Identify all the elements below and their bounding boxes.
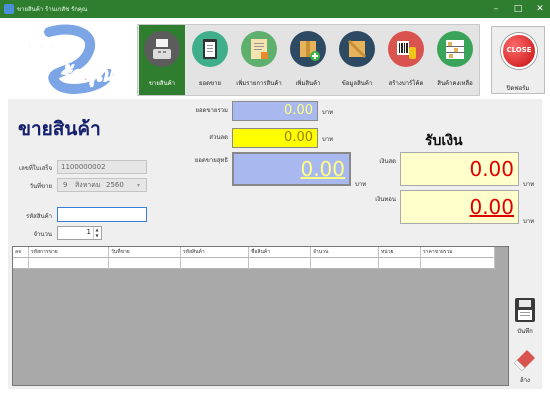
- date-day: 9: [63, 181, 68, 189]
- barcode-scanner-icon: [388, 31, 424, 67]
- grid-cell[interactable]: [29, 258, 109, 269]
- logo-text-line1: เภสัช: [8, 36, 58, 61]
- close-form-button[interactable]: CLOSE ปิดฟอร์ม: [491, 26, 545, 94]
- receipt-number-field: 1100000002: [57, 160, 147, 174]
- grid-cell[interactable]: [181, 258, 249, 269]
- table-row[interactable]: [13, 258, 495, 269]
- clear-button[interactable]: ล้าง: [512, 346, 538, 386]
- window-title: ขายสินค้า ร้านเกสัช รักคุณ: [17, 6, 88, 13]
- quantity-spin-icon[interactable]: ▲ ▼: [93, 227, 100, 239]
- discount-unit: บาท: [322, 136, 334, 143]
- sale-date-label: วันที่ขาย: [29, 183, 52, 190]
- net-total-unit: บาท: [355, 181, 367, 188]
- window-close-button[interactable]: ✕: [530, 2, 550, 16]
- column-header[interactable]: ราคาขายรวม: [421, 247, 495, 258]
- toolbar-sales-summary-button[interactable]: ยอดขาย: [187, 25, 233, 95]
- toolbar-sell-button[interactable]: ขายสินค้า: [139, 25, 185, 95]
- discount-label: ส่วนลด: [209, 134, 228, 141]
- page-title: ขายสินค้า: [18, 118, 101, 140]
- toolbar-sell-label: ขายสินค้า: [148, 80, 176, 87]
- column-header[interactable]: รหัสสินค้า: [181, 247, 249, 258]
- toolbar-add-item-list-label: เพิ่มรายการสินค้า: [236, 80, 282, 87]
- grid-cell[interactable]: [249, 258, 311, 269]
- product-code-input[interactable]: [57, 207, 147, 222]
- grid-cell[interactable]: [311, 258, 379, 269]
- quantity-label: จำนวน: [33, 231, 52, 238]
- close-icon: CLOSE: [501, 33, 537, 69]
- change-unit: บาท: [523, 218, 535, 225]
- toolbar-add-product-label: เพิ่มสินค้า: [295, 80, 321, 87]
- receipt-number-label: เลขที่ใบเสร็จ: [19, 165, 52, 172]
- toolbar-sales-summary-label: ยอดขาย: [198, 80, 221, 87]
- column-header[interactable]: รหัสการขาย: [29, 247, 109, 258]
- cash-received-input[interactable]: 0.00: [400, 152, 519, 186]
- payment-title: รับเงิน: [425, 133, 463, 149]
- toolbar-add-product-button[interactable]: เพิ่มสินค้า: [285, 25, 331, 95]
- toolbar-stock-label: สินค้าคงเหลือ: [437, 80, 473, 87]
- grid-cell[interactable]: [13, 258, 29, 269]
- toolbar-barcode-button[interactable]: สร้างบาร์โค้ด: [383, 25, 429, 95]
- column-header[interactable]: จำนวน: [311, 247, 379, 258]
- clear-label: ล้าง: [520, 377, 530, 384]
- main-toolbar: ขายสินค้า ยอดขาย เพิ่มรายการสินค้า เพิ่ม…: [137, 24, 480, 96]
- date-month: สิงหาคม: [75, 181, 101, 189]
- quantity-stepper[interactable]: 1 ▲ ▼: [57, 226, 102, 240]
- discount-input[interactable]: 0.00: [232, 128, 318, 148]
- date-year: 2560: [106, 181, 124, 189]
- grid-cell[interactable]: [109, 258, 181, 269]
- grid-header: ลจ รหัสการขาย วันที่ขาย รหัสสินค้า ชื่อส…: [13, 247, 495, 258]
- add-product-box-icon: [290, 31, 326, 67]
- total-unit: บาท: [322, 109, 334, 116]
- title-bar: ขายสินค้า ร้านเกสัช รักคุณ – □ ✕: [0, 0, 550, 18]
- app-icon: [4, 4, 14, 14]
- product-box-icon: [339, 31, 375, 67]
- quantity-value: 1: [86, 228, 91, 236]
- column-header[interactable]: ชื่อสินค้า: [249, 247, 311, 258]
- toolbar-add-item-list-button[interactable]: เพิ่มรายการสินค้า: [236, 25, 282, 95]
- cash-register-icon: [144, 31, 180, 67]
- net-total-field: 0.00: [232, 152, 351, 186]
- logo: เภสัช รักคุณ: [5, 24, 133, 96]
- toolbar-barcode-label: สร้างบาร์โค้ด: [388, 80, 424, 87]
- maximize-button[interactable]: □: [508, 2, 528, 16]
- column-header[interactable]: หน่วย: [379, 247, 421, 258]
- column-header[interactable]: ลจ: [13, 247, 29, 258]
- grid-cell[interactable]: [379, 258, 421, 269]
- warehouse-shelf-icon: [437, 31, 473, 67]
- change-field: 0.00: [400, 190, 519, 224]
- date-dropdown-icon[interactable]: ▾: [137, 180, 140, 192]
- logo-text-line2: รักคุณ: [59, 62, 115, 87]
- save-label: บันทึก: [517, 328, 533, 335]
- change-label: เงินทอน: [375, 196, 396, 203]
- total-label: ยอดขายรวม: [195, 107, 228, 114]
- column-header[interactable]: วันที่ขาย: [109, 247, 181, 258]
- eraser-icon: [513, 346, 537, 372]
- save-button[interactable]: บันทึก: [512, 297, 538, 337]
- net-total-label: ยอดขายสุทธิ: [194, 157, 228, 164]
- close-form-label: ปิดฟอร์ม: [506, 85, 530, 92]
- toolbar-stock-button[interactable]: สินค้าคงเหลือ: [432, 25, 478, 95]
- document-list-icon: [241, 31, 277, 67]
- sale-items-grid[interactable]: ลจ รหัสการขาย วันที่ขาย รหัสสินค้า ชื่อส…: [12, 246, 509, 386]
- toolbar-product-info-label: ข้อมูลสินค้า: [341, 80, 373, 87]
- minimize-button[interactable]: –: [486, 2, 506, 16]
- clipboard-icon: [192, 31, 228, 67]
- floppy-disk-icon: [514, 297, 536, 323]
- product-code-label: รหัสสินค้า: [26, 213, 52, 220]
- total-amount-field: 0.00: [232, 101, 318, 121]
- cash-label: เงินสด: [379, 158, 396, 165]
- toolbar-product-info-button[interactable]: ข้อมูลสินค้า: [334, 25, 380, 95]
- cash-unit: บาท: [523, 181, 535, 188]
- grid-cell[interactable]: [421, 258, 495, 269]
- sale-date-picker[interactable]: 9 สิงหาคม 2560 ▾: [57, 178, 147, 192]
- close-badge-text: CLOSE: [506, 46, 532, 54]
